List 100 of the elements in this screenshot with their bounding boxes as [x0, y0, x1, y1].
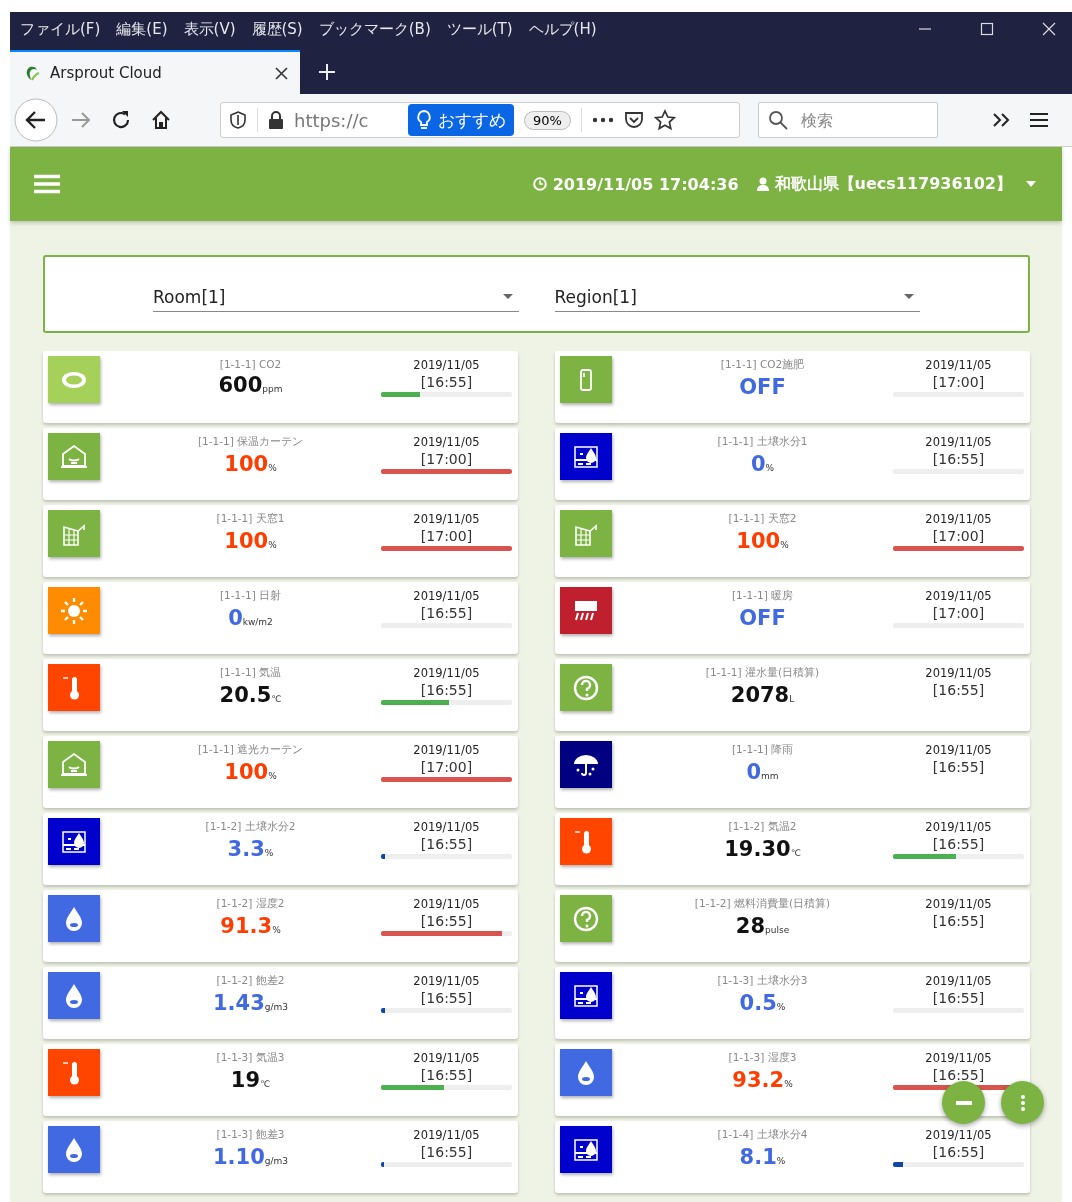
soil-drop-icon [560, 1126, 612, 1173]
sensor-card[interactable]: [1-1-4] 土壌水分4 8.1% 2019/11/05 [16:55] [555, 1121, 1030, 1193]
sensor-card[interactable]: [1-1-2] 土壌水分2 3.3% 2019/11/05 [16:55] [43, 813, 518, 885]
pocket-icon[interactable] [623, 110, 644, 130]
time-text: [16:55] [420, 990, 473, 1006]
shield-icon [229, 111, 247, 129]
sensor-value: 100% [224, 760, 277, 784]
sensor-label: [1-1-3] 気温3 [216, 1051, 285, 1065]
star-icon[interactable] [653, 109, 676, 131]
lock-icon [268, 111, 284, 129]
address-bar[interactable]: https://c おすすめ 90% [220, 102, 740, 138]
sensor-value: 28pulse [735, 914, 790, 938]
sensor-card[interactable]: [1-1-2] 気温2 19.30℃ 2019/11/05 [16:55] [555, 813, 1030, 885]
sensor-card[interactable]: [1-1-1] 灌水量(日積算) 2078 L 2019/11/05 [16:55] [555, 659, 1030, 731]
user-icon [756, 177, 769, 191]
menu-icon[interactable] [1030, 112, 1048, 128]
menu-item[interactable]: 履歴(S) [251, 19, 303, 39]
select-field[interactable]: Region[1] [554, 280, 920, 312]
zoom-badge[interactable]: 90% [524, 110, 571, 130]
new-tab-icon[interactable] [318, 63, 336, 81]
sensor-card[interactable]: [1-1-2] 燃料消費量(日積算) 28pulse 2019/11/05 [16:55] [555, 890, 1030, 962]
time-text: [17:00] [420, 451, 473, 467]
sensor-card[interactable]: [1-1-1] 土壌水分1 0% 2019/11/05 [16:55] [555, 428, 1030, 500]
canister-icon [560, 356, 612, 403]
drop-icon [48, 1126, 100, 1173]
select-field[interactable]: Room[1] [153, 280, 519, 312]
sensor-value: 2078 L [730, 683, 795, 707]
sensor-card[interactable]: [1-1-3] 気温3 19℃ 2019/11/05 [16:55] [43, 1044, 518, 1116]
time-text: [16:55] [420, 913, 473, 929]
date-text: 2019/11/05 [925, 974, 992, 988]
sensor-card[interactable]: [1-1-3] 湿度3 93.2% 2019/11/05 [16:55] [555, 1044, 1030, 1116]
close-icon[interactable] [275, 66, 288, 80]
sensor-card[interactable]: [1-1-2] 湿度2 91.3% 2019/11/05 [16:55] [43, 890, 518, 962]
sensor-value: 93.2% [732, 1068, 793, 1092]
more-icon[interactable] [591, 117, 614, 123]
search-field[interactable]: 検索 [758, 102, 938, 138]
time-text: [16:55] [932, 1144, 985, 1160]
heater-icon [560, 587, 612, 634]
date-text: 2019/11/05 [925, 666, 992, 680]
question-icon [560, 664, 612, 711]
date-text: 2019/11/05 [925, 358, 992, 372]
home-icon[interactable] [150, 109, 172, 131]
menu-item[interactable]: ツール(T) [446, 19, 513, 39]
thermometer-icon [48, 664, 100, 711]
clock-icon [532, 177, 547, 191]
menu-item[interactable]: ブックマーク(B) [318, 19, 431, 39]
sensor-label: [1-1-1] 暖房 [731, 589, 794, 603]
sensor-value: 0% [750, 452, 775, 476]
date-text: 2019/11/05 [413, 974, 480, 988]
sensor-card[interactable]: [1-1-1] 気温 20.5℃ 2019/11/05 [16:55] [43, 659, 518, 731]
sensor-value: 1.10g/m3 [212, 1145, 289, 1169]
sensor-card[interactable]: [1-1-1] CO2施肥 OFF 2019/11/05 [17:00] [555, 351, 1030, 423]
sensor-card[interactable]: [1-1-1] 日射 0kw/m2 2019/11/05 [16:55] [43, 582, 518, 654]
back-icon[interactable] [14, 98, 58, 142]
sensor-label: [1-1-1] 灌水量(日積算) [705, 666, 820, 680]
sensor-card[interactable]: [1-1-2] 飽差2 1.43g/m3 2019/11/05 [16:55] [43, 967, 518, 1039]
sensor-label: [1-1-4] 土壌水分4 [717, 1128, 808, 1142]
soil-drop-icon [560, 972, 612, 1019]
sensor-card[interactable]: [1-1-1] 遮光カーテン 100% 2019/11/05 [17:00] [43, 736, 518, 808]
sensor-card[interactable]: [1-1-1] 天窓1 100% 2019/11/05 [17:00] [43, 505, 518, 577]
time-text: [16:55] [932, 1067, 985, 1083]
date-text: 2019/11/05 [925, 820, 992, 834]
sensor-value: 8.1% [739, 1145, 786, 1169]
sensor-label: [1-1-1] 日射 [219, 589, 282, 603]
sensor-value: 20.5℃ [219, 683, 282, 707]
date-text: 2019/11/05 [413, 820, 480, 834]
date-text: 2019/11/05 [413, 358, 480, 372]
date-text: 2019/11/05 [925, 512, 992, 526]
minus-icon [955, 1100, 972, 1105]
sensor-card[interactable]: [1-1-1] 暖房 OFF 2019/11/05 [17:00] [555, 582, 1030, 654]
menu-item[interactable]: ヘルプ(H) [528, 19, 597, 39]
drop-icon [48, 972, 100, 1019]
time-text: [17:00] [420, 528, 473, 544]
overflow-icon[interactable] [992, 112, 1012, 128]
bulb-icon [416, 110, 432, 130]
time-text: [16:55] [420, 605, 473, 621]
sensor-card[interactable]: [1-1-1] 天窓2 100% 2019/11/05 [17:00] [555, 505, 1030, 577]
menu-item[interactable]: 表示(V) [183, 19, 236, 39]
sensor-card[interactable]: [1-1-3] 飽差3 1.10g/m3 2019/11/05 [16:55] [43, 1121, 518, 1193]
sensor-card[interactable]: [1-1-1] CO2 600ppm 2019/11/05 [16:55] [43, 351, 518, 423]
sensor-card[interactable]: [1-1-1] 降雨 0mm 2019/11/05 [16:55] [555, 736, 1030, 808]
time-text: [16:55] [420, 1067, 473, 1083]
browser-tab[interactable]: Arsprout Cloud [10, 50, 300, 94]
menu-item[interactable]: 編集(E) [116, 19, 168, 39]
sensor-card[interactable]: [1-1-1] 保温カーテン 100% 2019/11/05 [17:00] [43, 428, 518, 500]
menu-item[interactable]: ファイル(F) [20, 19, 101, 39]
reload-icon[interactable] [110, 109, 132, 131]
sensor-value: 100% [224, 452, 277, 476]
more-button[interactable] [1001, 1081, 1044, 1124]
sensor-value: 100% [224, 529, 277, 553]
recommend-button[interactable]: おすすめ [408, 104, 514, 136]
sensor-label: [1-1-1] CO2 [219, 358, 282, 370]
maximize-icon[interactable] [980, 22, 994, 36]
sensor-card[interactable]: [1-1-3] 土壌水分3 0.5% 2019/11/05 [16:55] [555, 967, 1030, 1039]
time-text: [16:55] [420, 682, 473, 698]
drop-icon [560, 1049, 612, 1096]
date-text: 2019/11/05 [925, 435, 992, 449]
date-text: 2019/11/05 [413, 666, 480, 680]
sensor-value: 91.3% [220, 914, 281, 938]
thermometer-icon [48, 1049, 100, 1096]
